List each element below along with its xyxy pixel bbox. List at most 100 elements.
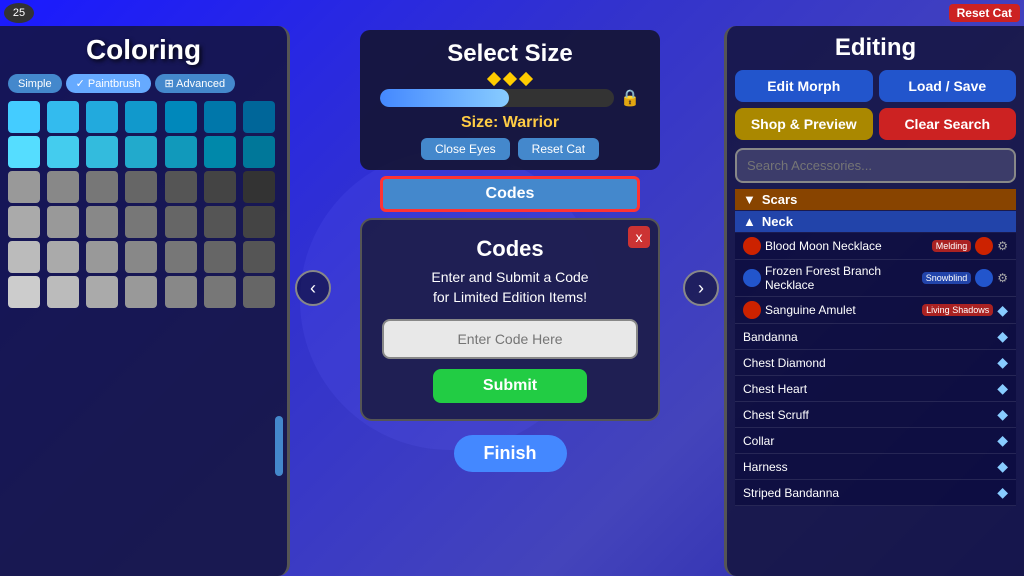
list-item[interactable]: Frozen Forest BranchNecklace Snowblind ⚙ xyxy=(735,260,1016,297)
clear-search-button[interactable]: Clear Search xyxy=(879,108,1017,140)
search-accessories-input[interactable] xyxy=(735,148,1016,183)
color-swatch[interactable] xyxy=(125,241,157,273)
color-swatch[interactable] xyxy=(204,276,236,308)
color-swatch[interactable] xyxy=(125,101,157,133)
color-swatch[interactable] xyxy=(8,101,40,133)
color-swatch[interactable] xyxy=(125,206,157,238)
section-scars[interactable]: ▼ Scars xyxy=(735,189,1016,210)
color-swatch[interactable] xyxy=(125,136,157,168)
color-swatch[interactable] xyxy=(86,241,118,273)
list-item[interactable]: Harness ◆ xyxy=(735,454,1016,480)
shop-preview-button[interactable]: Shop & Preview xyxy=(735,108,873,140)
item-setting: ⚙ xyxy=(997,239,1008,253)
color-swatch[interactable] xyxy=(165,136,197,168)
item-name: Chest Scruff xyxy=(743,408,997,422)
color-swatch[interactable] xyxy=(8,276,40,308)
color-swatch[interactable] xyxy=(125,171,157,203)
color-swatch[interactable] xyxy=(47,206,79,238)
neck-label: Neck xyxy=(762,214,793,229)
color-swatch[interactable] xyxy=(86,136,118,168)
list-item[interactable]: Collar ◆ xyxy=(735,428,1016,454)
color-swatch[interactable] xyxy=(47,101,79,133)
list-item[interactable]: Chest Scruff ◆ xyxy=(735,402,1016,428)
color-swatch[interactable] xyxy=(86,171,118,203)
item-badge: Melding xyxy=(932,240,972,252)
reset-cat-center-button[interactable]: Reset Cat xyxy=(518,138,599,160)
code-input[interactable] xyxy=(382,319,638,359)
reset-cat-button[interactable]: Reset Cat xyxy=(949,4,1020,22)
list-item[interactable]: Sanguine Amulet Living Shadows ◆ xyxy=(735,297,1016,324)
color-swatch[interactable] xyxy=(204,241,236,273)
scars-label: Scars xyxy=(762,192,797,207)
color-swatch[interactable] xyxy=(165,241,197,273)
item-icon xyxy=(743,237,761,255)
level-badge: 25 xyxy=(4,3,34,23)
item-diamond: ◆ xyxy=(997,328,1008,345)
color-swatch[interactable] xyxy=(8,171,40,203)
codes-modal: x Codes Enter and Submit a Codefor Limit… xyxy=(360,218,660,421)
close-eyes-button[interactable]: Close Eyes xyxy=(421,138,510,160)
item-icon xyxy=(743,269,761,287)
item-icon xyxy=(743,301,761,319)
item-name: Chest Diamond xyxy=(743,356,997,370)
item-name: Frozen Forest BranchNecklace xyxy=(765,264,922,292)
modal-title: Codes xyxy=(382,236,638,262)
color-swatch[interactable] xyxy=(86,206,118,238)
load-save-button[interactable]: Load / Save xyxy=(879,70,1017,102)
finish-button[interactable]: Finish xyxy=(454,435,567,472)
color-swatch[interactable] xyxy=(243,276,275,308)
color-swatch[interactable] xyxy=(47,241,79,273)
modal-close-button[interactable]: x xyxy=(628,226,650,248)
tab-advanced[interactable]: ⊞ Advanced xyxy=(155,74,236,93)
item-badge-icon xyxy=(975,269,993,287)
item-diamond: ◆ xyxy=(997,354,1008,371)
modal-subtitle: Enter and Submit a Codefor Limited Editi… xyxy=(382,268,638,307)
size-dots xyxy=(380,74,640,84)
item-diamond: ◆ xyxy=(997,406,1008,423)
color-swatch[interactable] xyxy=(204,136,236,168)
color-swatch[interactable] xyxy=(86,276,118,308)
coloring-tabs: Simple ✓ Paintbrush ⊞ Advanced xyxy=(8,74,279,93)
item-name: Bandanna xyxy=(743,330,997,344)
center-panel: Select Size 🔒 Size: Warrior Close Eyes R… xyxy=(320,26,700,576)
item-diamond: ◆ xyxy=(997,484,1008,501)
color-swatch[interactable] xyxy=(243,136,275,168)
color-swatch[interactable] xyxy=(8,136,40,168)
color-swatch[interactable] xyxy=(165,171,197,203)
list-item[interactable]: Chest Heart ◆ xyxy=(735,376,1016,402)
color-swatch[interactable] xyxy=(165,206,197,238)
tab-simple[interactable]: Simple xyxy=(8,74,62,93)
scroll-handle[interactable] xyxy=(275,416,283,476)
color-swatch[interactable] xyxy=(165,276,197,308)
submit-button[interactable]: Submit xyxy=(433,369,587,403)
color-swatch[interactable] xyxy=(8,206,40,238)
color-swatch[interactable] xyxy=(125,276,157,308)
list-item[interactable]: Blood Moon Necklace Melding ⚙ xyxy=(735,233,1016,260)
color-swatch[interactable] xyxy=(204,101,236,133)
item-name: Chest Heart xyxy=(743,382,997,396)
list-item[interactable]: Chest Diamond ◆ xyxy=(735,350,1016,376)
size-bar-container: 🔒 xyxy=(380,88,640,108)
list-item[interactable]: Striped Bandanna ◆ xyxy=(735,480,1016,506)
codes-button[interactable]: Codes xyxy=(380,176,640,212)
color-swatch[interactable] xyxy=(165,101,197,133)
color-swatch[interactable] xyxy=(243,206,275,238)
list-item[interactable]: Bandanna ◆ xyxy=(735,324,1016,350)
color-swatch[interactable] xyxy=(204,206,236,238)
edit-morph-button[interactable]: Edit Morph xyxy=(735,70,873,102)
tab-paintbrush[interactable]: ✓ Paintbrush xyxy=(66,74,151,93)
color-swatch[interactable] xyxy=(86,101,118,133)
item-name: Collar xyxy=(743,434,997,448)
coloring-panel: Coloring Simple ✓ Paintbrush ⊞ Advanced xyxy=(0,26,290,576)
color-swatch[interactable] xyxy=(8,241,40,273)
color-swatch[interactable] xyxy=(47,136,79,168)
item-name: Sanguine Amulet xyxy=(765,303,922,317)
color-swatch[interactable] xyxy=(243,171,275,203)
color-swatch[interactable] xyxy=(204,171,236,203)
section-neck[interactable]: ▲ Neck xyxy=(735,211,1016,232)
color-swatch[interactable] xyxy=(47,171,79,203)
color-swatch[interactable] xyxy=(243,101,275,133)
color-swatch[interactable] xyxy=(243,241,275,273)
color-swatch[interactable] xyxy=(47,276,79,308)
size-bar[interactable] xyxy=(380,89,614,107)
